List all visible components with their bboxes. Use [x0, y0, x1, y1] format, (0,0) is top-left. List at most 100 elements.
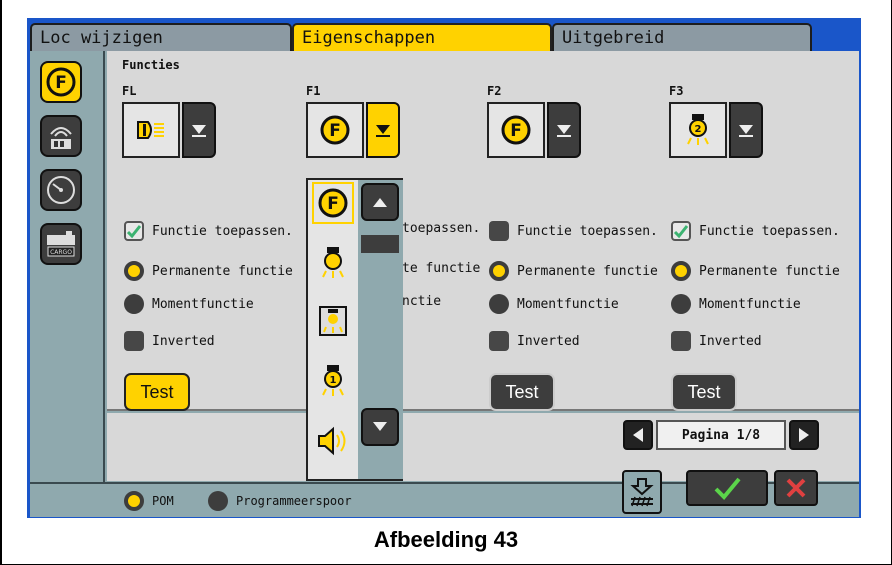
checkbox-label: Inverted	[699, 333, 762, 349]
dropdown-option[interactable]	[312, 242, 354, 284]
tab-label: Uitgebreid	[562, 28, 665, 48]
checkbox[interactable]	[124, 221, 144, 241]
permanent-radio[interactable]: Permanente functie	[124, 261, 293, 281]
icon-dropdown-list: F 1	[306, 178, 403, 481]
moment-label-partial: nctie	[402, 294, 441, 309]
permanent-radio[interactable]: Permanente functie	[489, 261, 658, 281]
checkbox-label: Functie toepassen.	[517, 223, 658, 239]
function-icon-dropdown[interactable]	[182, 102, 216, 158]
checkmark-icon	[714, 477, 741, 500]
radio[interactable]	[124, 261, 144, 281]
test-button[interactable]: Test	[489, 373, 555, 411]
svg-text:CARGO: CARGO	[50, 249, 72, 256]
checkbox[interactable]	[124, 331, 144, 351]
svg-text:F: F	[329, 121, 341, 141]
test-button[interactable]: Test	[124, 373, 190, 411]
radio-label: POM	[152, 494, 174, 508]
figure-caption: Afbeelding 43	[373, 527, 519, 552]
function-icon-select[interactable]: 2	[669, 102, 727, 158]
write-track-icon	[630, 478, 654, 507]
moment-radio[interactable]: Momentfunctie	[124, 294, 254, 314]
function-f-icon: F	[46, 67, 76, 97]
radio-label: Permanente functie	[152, 263, 293, 279]
tab-label: Eigenschappen	[302, 28, 436, 48]
tab-loc-wijzigen[interactable]: Loc wijzigen	[30, 23, 292, 51]
apply-label-partial: toepassen.	[402, 221, 480, 236]
moment-radio[interactable]: Momentfunctie	[489, 294, 619, 314]
pom-radio[interactable]: POM	[124, 491, 174, 511]
function-icon-select[interactable]: F	[306, 102, 364, 158]
dropdown-arrow-icon	[557, 125, 571, 137]
function-icon-select[interactable]: F	[487, 102, 545, 158]
apply-checkbox[interactable]: Functie toepassen.	[671, 221, 840, 241]
page-prev-button[interactable]	[623, 420, 653, 450]
dropdown-option[interactable]	[312, 300, 354, 342]
function-icon-dropdown[interactable]	[729, 102, 763, 158]
sidebar-locomotive-button[interactable]: CARGO	[40, 223, 82, 265]
function-label: FL	[122, 84, 137, 98]
dropdown-option[interactable]: F	[312, 182, 354, 224]
tab-eigenschappen[interactable]: Eigenschappen	[292, 23, 552, 51]
radio[interactable]	[671, 261, 691, 281]
checkbox[interactable]	[489, 221, 509, 241]
svg-text:F: F	[55, 73, 67, 93]
radio-label: nctie	[402, 294, 442, 309]
moment-radio[interactable]: Momentfunctie	[671, 294, 801, 314]
checkbox-label: Inverted	[517, 333, 580, 349]
apply-checkbox[interactable]: Functie toepassen.	[124, 221, 293, 241]
permanent-radio[interactable]: Permanente functie	[671, 261, 840, 281]
cancel-button[interactable]	[774, 470, 818, 506]
confirm-button[interactable]	[686, 470, 768, 506]
dropdown-arrow-icon	[376, 125, 390, 137]
bottom-bar: POM Programmeerspoor	[30, 470, 859, 517]
speedometer-icon	[47, 176, 75, 204]
radio[interactable]	[489, 294, 509, 314]
apply-checkbox[interactable]: Functie toepassen.	[489, 221, 658, 241]
inverted-checkbox[interactable]: Inverted	[124, 331, 215, 351]
permanent-label-partial: te functie	[402, 261, 480, 276]
checkbox[interactable]	[489, 331, 509, 351]
programmeerspoor-radio[interactable]: Programmeerspoor	[208, 491, 352, 511]
dropdown-arrow-icon	[739, 125, 753, 137]
checkbox[interactable]	[671, 221, 691, 241]
sidebar: F CARGO	[30, 51, 105, 482]
write-to-track-button[interactable]	[622, 470, 662, 514]
radio[interactable]	[671, 294, 691, 314]
radio[interactable]	[489, 261, 509, 281]
sidebar-decoder-button[interactable]	[40, 115, 82, 157]
dropdown-option[interactable]	[312, 420, 354, 462]
function-icon-select[interactable]	[122, 102, 180, 158]
lamp-icon	[322, 247, 344, 278]
radio-label: te functie	[402, 261, 481, 276]
scroll-thumb[interactable]	[361, 235, 399, 253]
radio[interactable]	[124, 294, 144, 314]
radio-label: Permanente functie	[699, 263, 840, 279]
checkbox[interactable]	[671, 331, 691, 351]
checkbox-label: toepassen.	[402, 221, 481, 236]
checkbox-label: Inverted	[152, 333, 215, 349]
sidebar-functions-button[interactable]: F	[40, 61, 82, 103]
radio-label: Momentfunctie	[152, 296, 254, 312]
radio-label: Permanente functie	[517, 263, 658, 279]
dropdown-arrow-icon	[192, 125, 206, 137]
arrow-left-icon	[633, 428, 643, 442]
function-f-icon: F	[501, 115, 531, 145]
inverted-checkbox[interactable]: Inverted	[489, 331, 580, 351]
sidebar-speedometer-button[interactable]	[40, 169, 82, 211]
dropdown-scrollbar[interactable]	[358, 180, 403, 479]
tab-uitgebreid[interactable]: Uitgebreid	[552, 23, 812, 51]
horn-icon	[318, 426, 346, 456]
page-next-button[interactable]	[789, 420, 819, 450]
inverted-checkbox[interactable]: Inverted	[671, 331, 762, 351]
scroll-down-button[interactable]	[361, 408, 399, 446]
function-icon-dropdown[interactable]	[547, 102, 581, 158]
close-icon	[786, 478, 806, 498]
test-button[interactable]: Test	[671, 373, 737, 411]
scroll-up-button[interactable]	[361, 183, 399, 221]
radio-label: Momentfunctie	[517, 296, 619, 312]
svg-text:2: 2	[695, 124, 702, 135]
radio[interactable]	[124, 491, 144, 511]
radio[interactable]	[208, 491, 228, 511]
dropdown-option[interactable]: 1	[312, 360, 354, 402]
function-icon-dropdown-open[interactable]	[366, 102, 400, 158]
